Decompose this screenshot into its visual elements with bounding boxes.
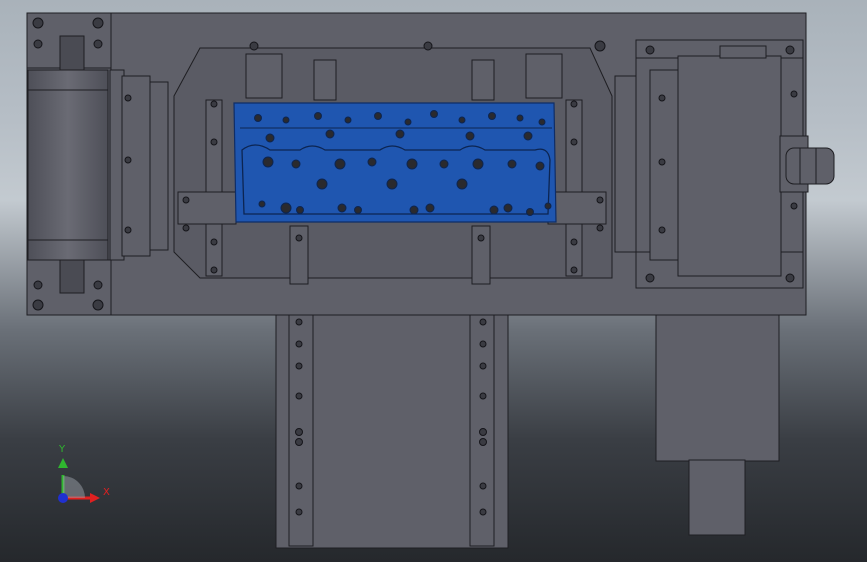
- right-foot-block: [688, 459, 746, 536]
- fixture-assembly-model[interactable]: [0, 0, 867, 562]
- right-motor-coupling: [785, 147, 835, 185]
- top-clamp-right: [525, 53, 563, 99]
- top-locator-left: [313, 59, 337, 101]
- top-locator-right: [471, 59, 495, 101]
- left-rotary-drum: [27, 69, 109, 261]
- left-clamp-post: [205, 99, 223, 277]
- left-slide-rail: [288, 299, 314, 547]
- right-clamp-post: [565, 99, 583, 277]
- x-axis-label: X: [103, 487, 110, 498]
- right-gearbox: [677, 55, 782, 277]
- y-axis-label: Y: [59, 444, 66, 455]
- cylinder-head-workpiece: [233, 102, 557, 223]
- side-clamp-right: [547, 191, 607, 225]
- top-clamp-left: [245, 53, 283, 99]
- cad-graphics-viewport[interactable]: Y X: [0, 0, 867, 562]
